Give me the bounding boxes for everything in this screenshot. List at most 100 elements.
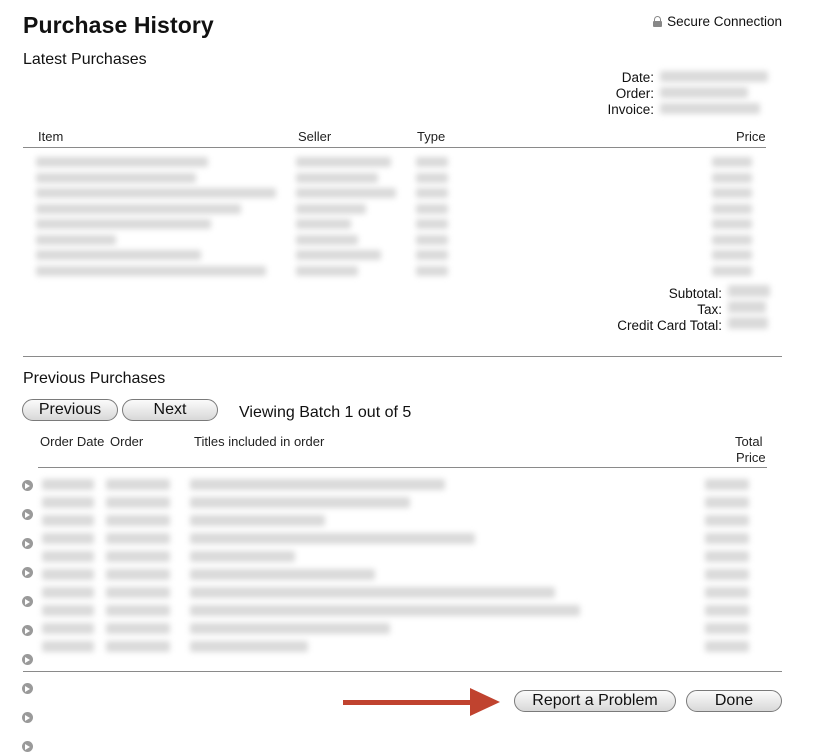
secure-connection-label: Secure Connection <box>667 14 782 29</box>
type-redacted <box>416 234 448 245</box>
seller-redacted <box>296 188 396 198</box>
order-date-redacted <box>42 515 94 526</box>
item-redacted <box>36 172 196 183</box>
next-button[interactable]: Next <box>122 399 218 421</box>
order-number-redacted <box>106 605 170 616</box>
titles-redacted <box>190 515 325 526</box>
price-redacted <box>712 172 752 183</box>
titles-redacted <box>190 587 555 598</box>
secure-connection: Secure Connection <box>653 14 782 29</box>
order-date-redacted <box>42 569 94 580</box>
subtotal-value-redacted <box>728 285 770 297</box>
titles-redacted <box>190 479 445 490</box>
expand-arrow-icon[interactable] <box>22 654 33 665</box>
order-number-redacted <box>106 497 170 508</box>
type-redacted <box>416 157 448 167</box>
price-redacted <box>712 265 752 276</box>
annotation-arrow-shaft <box>343 700 478 705</box>
total-price-redacted <box>705 623 749 634</box>
col-total-price-1: Total <box>735 434 763 449</box>
col-order: Order <box>110 434 144 449</box>
type-redacted <box>416 219 448 229</box>
order-date-redacted <box>42 551 94 562</box>
page-title: Purchase History <box>23 12 214 38</box>
previous-purchases-heading: Previous Purchases <box>23 370 166 387</box>
total-price-redacted <box>705 587 749 598</box>
total-price-redacted <box>705 569 749 580</box>
order-date-redacted <box>42 641 94 652</box>
titles-redacted <box>190 497 410 508</box>
previous-header-divider <box>38 467 767 468</box>
order-number-redacted <box>106 533 170 544</box>
col-order-date: Order Date <box>40 434 105 449</box>
order-date-redacted <box>42 479 94 490</box>
total-price-redacted <box>705 479 749 490</box>
total-price-redacted <box>705 641 749 652</box>
order-date-redacted <box>42 623 94 634</box>
titles-redacted <box>190 641 308 652</box>
item-redacted <box>36 265 266 276</box>
footer-divider <box>23 671 782 672</box>
type-redacted <box>416 203 448 214</box>
titles-redacted <box>190 623 390 634</box>
item-redacted <box>36 188 276 198</box>
col-titles: Titles included in order <box>194 434 325 449</box>
price-redacted <box>712 219 752 229</box>
col-type: Type <box>417 129 446 144</box>
order-number-redacted <box>106 551 170 562</box>
order-row[interactable] <box>0 0 840 491</box>
latest-header-divider <box>23 147 766 148</box>
expand-arrow-icon[interactable] <box>22 480 33 491</box>
seller-redacted <box>296 234 358 245</box>
type-redacted <box>416 188 448 198</box>
order-number-redacted <box>106 515 170 526</box>
expand-arrow-icon[interactable] <box>22 712 33 723</box>
type-redacted <box>416 250 448 260</box>
seller-redacted <box>296 172 378 183</box>
order-label: Order: <box>615 86 654 101</box>
col-total-price-2: Price <box>736 450 766 465</box>
expand-arrow-icon[interactable] <box>22 596 33 607</box>
total-price-redacted <box>705 515 749 526</box>
expand-arrow-icon[interactable] <box>22 683 33 694</box>
item-redacted <box>36 157 208 167</box>
previous-button[interactable]: Previous <box>22 399 118 421</box>
order-number-redacted <box>106 479 170 490</box>
col-item: Item <box>38 129 64 144</box>
order-date-redacted <box>42 605 94 616</box>
order-value-redacted <box>660 87 748 98</box>
cc-total-value-redacted <box>728 317 768 329</box>
price-redacted <box>712 157 752 167</box>
seller-redacted <box>296 219 351 229</box>
expand-arrow-icon[interactable] <box>22 625 33 636</box>
batch-indicator: Viewing Batch 1 out of 5 <box>239 404 412 421</box>
titles-redacted <box>190 569 375 580</box>
seller-redacted <box>296 265 358 276</box>
type-redacted <box>416 172 448 183</box>
annotation-arrow-head <box>470 688 500 716</box>
order-date-redacted <box>42 497 94 508</box>
expand-arrow-icon[interactable] <box>22 567 33 578</box>
section-divider <box>23 356 782 357</box>
titles-redacted <box>190 605 580 616</box>
price-redacted <box>712 234 752 245</box>
lock-icon <box>653 16 663 27</box>
tax-value-redacted <box>728 301 766 313</box>
titles-redacted <box>190 551 295 562</box>
order-number-redacted <box>106 569 170 580</box>
order-date-redacted <box>42 533 94 544</box>
date-value-redacted <box>660 71 768 82</box>
col-seller: Seller <box>298 129 332 144</box>
report-problem-button[interactable]: Report a Problem <box>514 690 676 712</box>
price-redacted <box>712 203 752 214</box>
expand-arrow-icon[interactable] <box>22 509 33 520</box>
expand-arrow-icon[interactable] <box>22 741 33 752</box>
price-redacted <box>712 250 752 260</box>
invoice-label: Invoice: <box>607 102 654 117</box>
item-redacted <box>36 203 241 214</box>
done-button[interactable]: Done <box>686 690 782 712</box>
credit-card-total-label: Credit Card Total: <box>617 318 722 333</box>
col-price: Price <box>736 129 766 144</box>
type-redacted <box>416 265 448 276</box>
expand-arrow-icon[interactable] <box>22 538 33 549</box>
